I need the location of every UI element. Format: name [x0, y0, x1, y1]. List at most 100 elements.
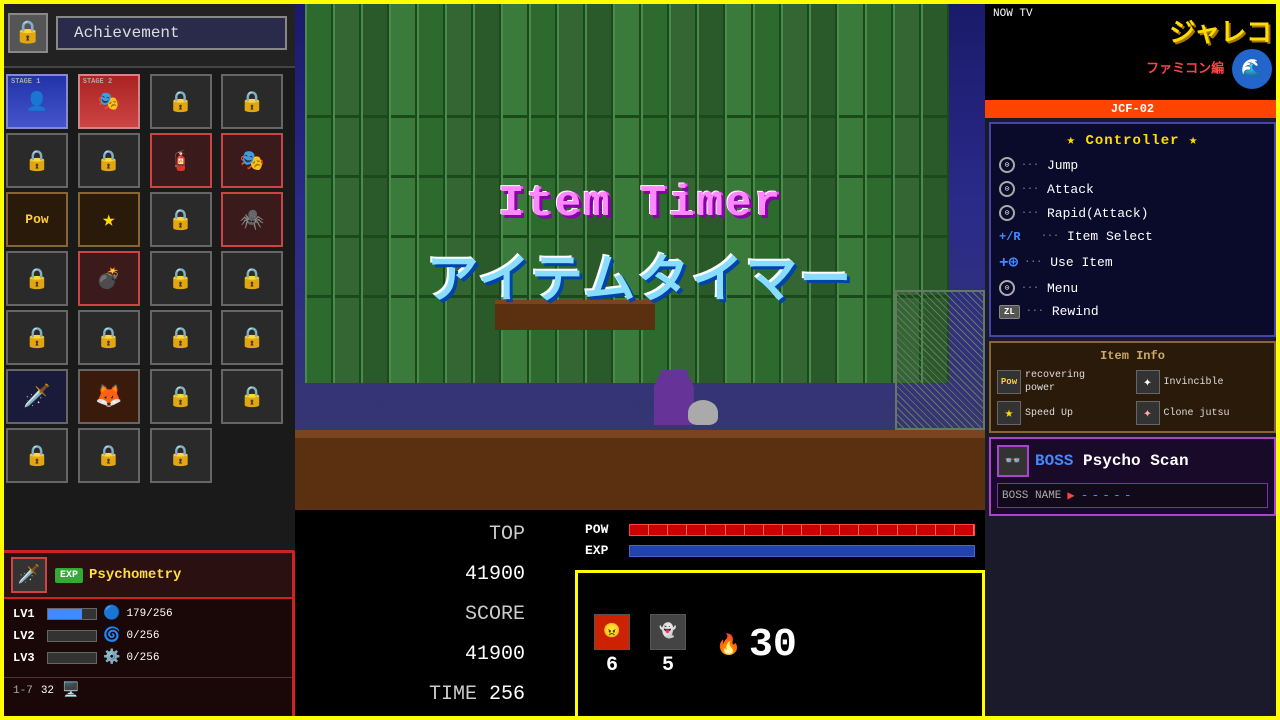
stage-cell-13[interactable]: 🔒: [6, 251, 68, 306]
top-value: 41900: [465, 563, 525, 586]
now-tv-label: NOW TV: [993, 8, 1033, 20]
stage-cell-7[interactable]: 🧯: [150, 133, 212, 188]
boss-psycho-scan: Psycho Scan: [1083, 452, 1189, 470]
menu-btn-icon: ⊙: [999, 280, 1015, 296]
inventory-panel: 😠 6 👻 5 🔥 30: [575, 570, 985, 720]
boss-panel: 👓 BOSS Psycho Scan BOSS NAME ▶ -----: [989, 437, 1276, 516]
stage-cell-25[interactable]: 🔒: [6, 428, 68, 483]
time-value: 256: [489, 683, 525, 706]
exp-bar: [629, 545, 975, 557]
jump-label: Jump: [1047, 158, 1078, 173]
attack-btn-icon: ⊙: [999, 181, 1015, 197]
stage-cell-3[interactable]: 🔒: [150, 74, 212, 129]
stage-cell-14[interactable]: 💣: [78, 251, 140, 306]
jaleco-sub-text: ファミコン編 🌊: [1146, 49, 1272, 89]
stage-cell-10[interactable]: ★: [78, 192, 140, 247]
lv2-label: LV2: [13, 629, 41, 643]
rewind-btn-icon: ZL: [999, 305, 1020, 319]
use-item-btn-icon: +⊕: [999, 252, 1018, 272]
lv3-label: LV3: [13, 651, 41, 665]
rewind-label: Rewind: [1052, 304, 1099, 319]
boss-icon: 👓: [997, 445, 1029, 477]
left-panel: 🔒 Achievement STAGE 1 👤 STAGE 2 🎭 🔒 🔒 🔒 …: [0, 0, 295, 720]
lv1-row: LV1 🔵 179/256: [13, 605, 282, 622]
item-invincible-icon: ✦: [1136, 370, 1160, 394]
pow-label: POW: [585, 522, 621, 537]
ctrl-menu: ⊙ ··· Menu: [999, 280, 1266, 296]
game-title-en: Item Timer: [427, 179, 854, 229]
stage-cell-17[interactable]: 🔒: [6, 310, 68, 365]
stage-cell-8[interactable]: 🎭: [221, 133, 283, 188]
jaleco-jp-text: ジャレコ: [1146, 12, 1272, 49]
item-clone-icon: ✦: [1136, 401, 1160, 425]
ctrl-use-item: +⊕ ··· Use Item: [999, 252, 1266, 272]
stage-cell-5[interactable]: 🔒: [6, 133, 68, 188]
status-num: 32: [41, 685, 54, 697]
stage-cell-16[interactable]: 🔒: [221, 251, 283, 306]
lives-icon: 🔥: [716, 632, 741, 658]
stage-cell-9[interactable]: Pow: [6, 192, 68, 247]
game-area: Item Timer アイテムタイマー: [295, 0, 985, 510]
boss-name-row: BOSS NAME ▶ -----: [997, 483, 1268, 508]
stage-cell-18[interactable]: 🔒: [78, 310, 140, 365]
bottom-status: 1-7 32 🖥️: [3, 677, 292, 703]
rapid-label: Rapid(Attack): [1047, 206, 1148, 221]
stage-cell-27[interactable]: 🔒: [150, 428, 212, 483]
ctrl-jump: ⊙ ··· Jump: [999, 157, 1266, 173]
stage-cell-21[interactable]: 🗡️: [6, 369, 68, 424]
lv1-bar: [47, 608, 97, 620]
stage-cell-4[interactable]: 🔒: [221, 74, 283, 129]
achievement-lock-icon[interactable]: 🔒: [8, 13, 48, 53]
creature-sprite: [688, 400, 718, 425]
item-info-3: ★ Speed Up: [997, 401, 1130, 425]
stage-cell-12[interactable]: 🕷️: [221, 192, 283, 247]
item-select-label: Item Select: [1067, 229, 1153, 244]
ctrl-rewind: ZL ··· Rewind: [999, 304, 1266, 319]
char-avatar: 🗡️: [11, 557, 47, 593]
stage-cell-6[interactable]: 🔒: [78, 133, 140, 188]
stage-cell-20[interactable]: 🔒: [221, 310, 283, 365]
stage-cell-24[interactable]: 🔒: [221, 369, 283, 424]
stage-cell-1[interactable]: STAGE 1 👤: [6, 74, 68, 129]
inv-slot-2: 👻 5: [650, 614, 686, 677]
stage-cell-22[interactable]: 🦊: [78, 369, 140, 424]
stage-cell-15[interactable]: 🔒: [150, 251, 212, 306]
stage-cell-2[interactable]: STAGE 2 🎭: [78, 74, 140, 129]
status-id: 1-7: [13, 685, 33, 697]
boss-name-label: BOSS NAME: [1002, 490, 1061, 502]
stage-cell-11[interactable]: 🔒: [150, 192, 212, 247]
inv-count-1: 6: [606, 654, 618, 677]
item-clone-text: Clone jutsu: [1164, 407, 1230, 420]
ground: [295, 430, 985, 510]
exp-header: 🗡️ EXP Psychometry: [3, 553, 292, 599]
exp-label: EXP: [585, 543, 621, 558]
menu-label: Menu: [1047, 281, 1078, 296]
stage-cell-19[interactable]: 🔒: [150, 310, 212, 365]
ctrl-item-select: +/R ··· Item Select: [999, 229, 1266, 244]
time-row: TIME 256: [345, 675, 525, 715]
top-row: TOP 41900: [345, 515, 525, 595]
exp-panel: 🗡️ EXP Psychometry LV1 🔵 179/256 LV2 🌀 0…: [0, 550, 295, 720]
score-row: SCORE 41900: [345, 595, 525, 675]
boss-name-arrow: ▶: [1067, 488, 1074, 503]
achievement-label[interactable]: Achievement: [56, 16, 287, 50]
inv-icon-2: 👻: [650, 614, 686, 650]
exp-title: Psychometry: [89, 567, 181, 583]
inv-count-2: 5: [662, 654, 674, 677]
stage-grid: STAGE 1 👤 STAGE 2 🎭 🔒 🔒 🔒 🔒 🧯 🎭 Pow ★: [0, 68, 295, 489]
pow-row: POW: [585, 522, 975, 537]
ctrl-rapid: ⊙ ··· Rapid(Attack): [999, 205, 1266, 221]
exp-badge: EXP: [55, 568, 83, 583]
score-panel: TOP 41900 SCORE 41900 TIME 256: [295, 510, 575, 720]
chain-fence: [895, 290, 985, 430]
score-value: 41900: [465, 643, 525, 666]
lv2-row: LV2 🌀 0/256: [13, 627, 282, 644]
lives-count: 30: [749, 623, 797, 668]
stage-cell-26[interactable]: 🔒: [78, 428, 140, 483]
stage-cell-23[interactable]: 🔒: [150, 369, 212, 424]
item-invincible-text: Invincible: [1164, 376, 1224, 389]
time-label: TIME: [429, 683, 477, 706]
score-label: SCORE: [465, 603, 525, 626]
lv3-row: LV3 ⚙️ 0/256: [13, 649, 282, 666]
lv2-bar: [47, 630, 97, 642]
